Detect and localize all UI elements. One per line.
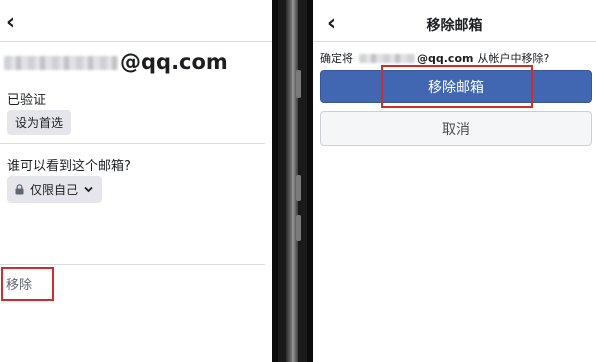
confirm-suffix: 从帐户中移除? xyxy=(477,52,550,65)
highlight-box xyxy=(381,65,533,108)
phone-frame xyxy=(272,0,313,362)
email-settings-screen: ‹ @qq.com 已验证 设为首选 谁可以看到这个邮箱? 仅限自己 移除 xyxy=(0,0,272,362)
dialog-title: 移除邮箱 xyxy=(426,18,483,34)
header-divider xyxy=(313,41,596,42)
section-divider xyxy=(0,143,265,144)
cancel-button-label: 取消 xyxy=(442,121,470,138)
highlight-box xyxy=(1,267,54,301)
chevron-down-icon xyxy=(84,186,93,193)
set-primary-label: 设为首选 xyxy=(14,116,63,130)
privacy-selector[interactable]: 仅限自己 xyxy=(7,176,102,203)
set-primary-button[interactable]: 设为首选 xyxy=(7,110,71,135)
back-icon[interactable]: ‹ xyxy=(6,12,15,34)
header-divider xyxy=(0,41,272,42)
lock-icon xyxy=(15,184,24,195)
privacy-option-label: 仅限自己 xyxy=(30,183,79,197)
side-button xyxy=(296,175,301,201)
confirm-message: 确定将 @qq.com 从帐户中移除? xyxy=(320,50,549,66)
remove-email-dialog: ‹ 移除邮箱 确定将 @qq.com 从帐户中移除? 移除邮箱 取消 xyxy=(313,0,596,362)
verified-label: 已验证 xyxy=(7,93,47,108)
side-button xyxy=(296,215,301,241)
phone-bezel xyxy=(272,0,278,362)
side-button xyxy=(296,70,301,98)
visibility-question: 谁可以看到这个邮箱? xyxy=(7,159,131,174)
cancel-button[interactable]: 取消 xyxy=(320,111,592,146)
redacted-email-username xyxy=(4,56,118,70)
redacted-email-username xyxy=(359,53,415,63)
section-divider-2 xyxy=(0,264,265,265)
confirm-prefix: 确定将 xyxy=(320,52,353,65)
confirm-email-domain: @qq.com xyxy=(417,51,474,65)
email-domain: @qq.com xyxy=(120,50,228,74)
